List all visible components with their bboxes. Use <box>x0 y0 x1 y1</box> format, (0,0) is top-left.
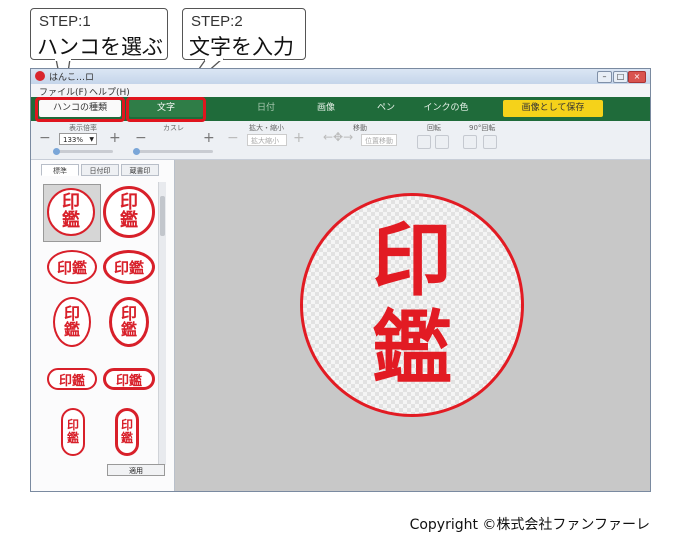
zoom-value: 133% <box>63 136 84 144</box>
stamp-char: 鑑 <box>120 431 133 445</box>
stamp-char: 印 <box>120 417 133 432</box>
close-button[interactable]: × <box>628 71 646 83</box>
title-bar: はんこ…ロ – □ × <box>31 69 650 84</box>
save-as-image-button[interactable]: 画像として保存 <box>503 100 603 117</box>
minimize-button[interactable]: – <box>597 71 612 83</box>
stamp-char: 鑑 <box>120 320 137 339</box>
stamp-option[interactable]: 印鑑 <box>103 368 155 390</box>
resize-field[interactable]: 拡大縮小 <box>247 134 287 146</box>
stamp-option[interactable]: 印鑑 <box>61 408 85 456</box>
resize-decrease-icon[interactable]: − <box>227 130 239 146</box>
step2-highlight <box>126 97 206 122</box>
blur-slider-knob[interactable] <box>133 148 140 155</box>
tab-date[interactable]: 日付 <box>236 100 296 117</box>
zoom-slider-knob[interactable] <box>53 148 60 155</box>
move-field[interactable]: 位置移動 <box>361 134 397 146</box>
tab-image[interactable]: 画像 <box>296 100 356 117</box>
panel-tab-standard[interactable]: 標準 <box>41 164 79 176</box>
rotate-left-icon[interactable] <box>417 135 431 149</box>
stamp-option[interactable]: 印鑑 <box>53 297 91 347</box>
move-placeholder: 位置移動 <box>365 137 393 145</box>
stamp-option[interactable]: 印鑑 <box>115 408 139 456</box>
move-label: 移動 <box>353 124 367 132</box>
zoom-slider[interactable] <box>53 148 113 155</box>
rotate90-label: 90°回転 <box>469 124 496 132</box>
stamp-char: 鑑 <box>63 320 80 339</box>
chevron-down-icon: ▼ <box>89 136 94 143</box>
apply-button[interactable]: 適用 <box>107 464 165 476</box>
stamp-option[interactable]: 印鑑 <box>109 297 149 347</box>
stamp-char: 鑑 <box>66 431 79 445</box>
stamp-option[interactable]: 印鑑 <box>103 186 155 238</box>
stamp-option[interactable]: 印鑑 <box>47 368 97 390</box>
resize-increase-icon[interactable]: + <box>293 130 305 146</box>
stamp-char: 鑑 <box>62 210 80 231</box>
zoom-label: 表示倍率 <box>69 124 97 132</box>
stamp-option[interactable]: 印鑑 <box>47 250 97 284</box>
toolbar: 表示倍率 − 133% ▼ + カスレ − + 拡大・縮小 − 拡大縮小 + 移動… <box>31 121 650 160</box>
copyright-text: Copyright ©株式会社ファンファーレ <box>409 517 650 533</box>
stamp-preview-char: 鑑 <box>372 301 452 395</box>
rotate-label: 回転 <box>427 124 441 132</box>
blur-decrease-icon[interactable]: − <box>135 130 147 146</box>
blur-increase-icon[interactable]: + <box>203 130 215 146</box>
stamp-list-scrollbar[interactable] <box>158 182 166 465</box>
move-arrows-icon[interactable]: ←✥→ <box>323 130 353 144</box>
app-icon <box>35 71 45 81</box>
stamp-option[interactable]: 印鑑 <box>47 188 95 236</box>
resize-placeholder: 拡大縮小 <box>251 137 279 145</box>
rotate90-right-icon[interactable] <box>483 135 497 149</box>
stamp-preview-char: 印 <box>372 213 452 307</box>
window-title: はんこ…ロ <box>49 73 95 83</box>
step1-highlight <box>35 97 125 122</box>
stamp-text: 印鑑 <box>56 258 87 277</box>
tab-ink-color[interactable]: インクの色 <box>416 100 476 117</box>
scrollbar-thumb[interactable] <box>160 196 165 236</box>
stamp-char: 印 <box>66 417 79 432</box>
maximize-button[interactable]: □ <box>613 71 628 83</box>
stamp-option[interactable]: 印鑑 <box>103 250 155 284</box>
zoom-select[interactable]: 133% ▼ <box>59 133 97 145</box>
app-window: はんこ…ロ – □ × ファイル(F) ヘルプ(H) ハンコの種類 文字 日付 … <box>30 68 651 492</box>
stamp-text: 印鑑 <box>58 373 85 389</box>
resize-label: 拡大・縮小 <box>249 124 284 132</box>
stamp-preview: 印 鑑 <box>300 193 524 417</box>
panel-tab-date[interactable]: 日付印 <box>81 164 119 176</box>
panel-tab-book[interactable]: 蔵書印 <box>121 164 159 176</box>
stamp-text: 印鑑 <box>115 373 142 389</box>
blur-slider[interactable] <box>133 148 213 155</box>
stamp-char: 鑑 <box>120 210 138 231</box>
rotate-right-icon[interactable] <box>435 135 449 149</box>
tab-pen[interactable]: ペン <box>356 100 416 117</box>
rotate90-left-icon[interactable] <box>463 135 477 149</box>
stamp-type-panel: 標準 日付印 蔵書印 印鑑 印鑑 印鑑 印鑑 印鑑 印鑑 印鑑 印鑑 印鑑 印鑑… <box>31 160 175 491</box>
stamp-canvas[interactable]: 印 鑑 <box>175 160 650 491</box>
menu-bar: ファイル(F) ヘルプ(H) <box>31 84 650 98</box>
zoom-out-icon[interactable]: − <box>39 130 51 146</box>
blur-label: カスレ <box>163 124 184 132</box>
stamp-text: 印鑑 <box>113 258 144 277</box>
zoom-in-icon[interactable]: + <box>109 130 121 146</box>
